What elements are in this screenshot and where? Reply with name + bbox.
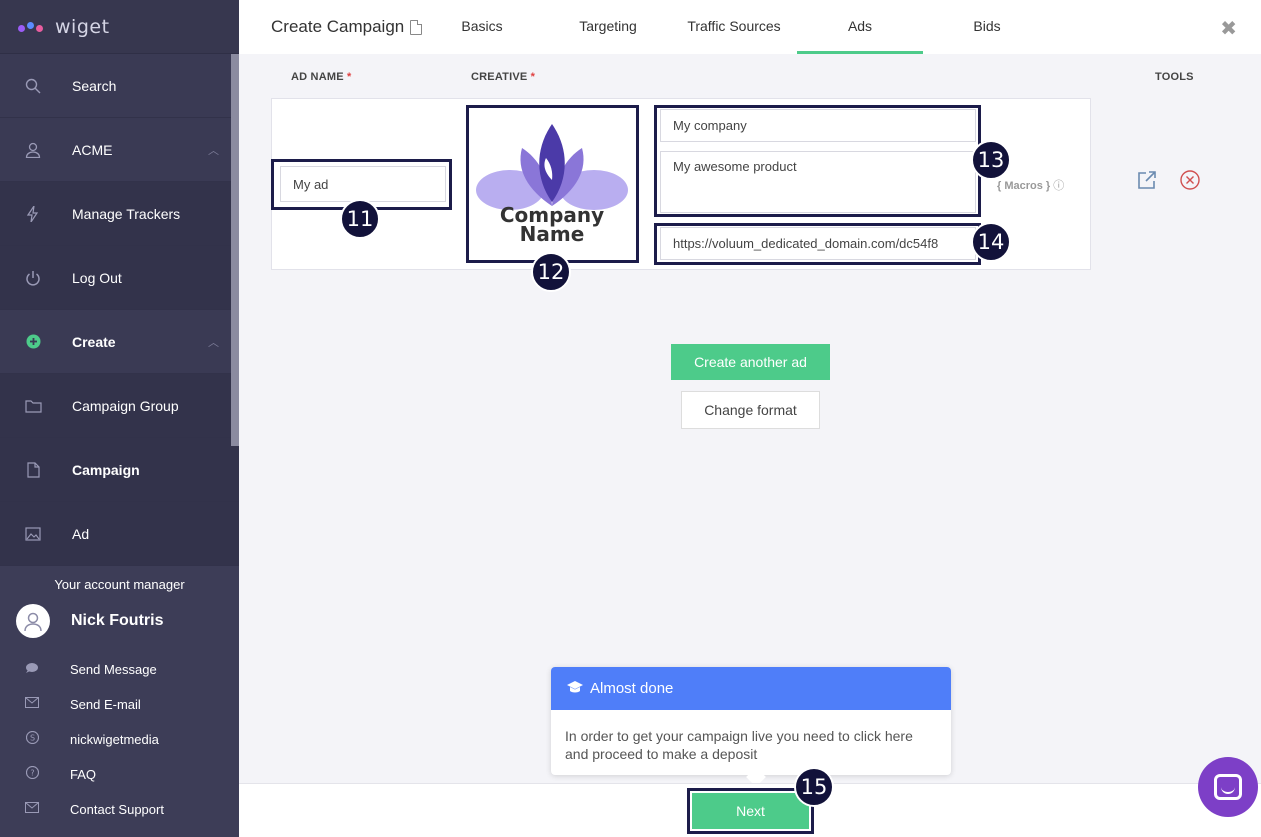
tab-targeting[interactable]: Targeting <box>565 0 651 54</box>
tab-traffic-sources[interactable]: Traffic Sources <box>675 0 793 54</box>
app-logo[interactable]: wiget <box>18 16 110 38</box>
sidebar-scrollbar[interactable] <box>231 54 239 446</box>
skype-link[interactable]: S nickwigetmedia <box>0 729 239 749</box>
avatar <box>16 604 50 638</box>
sidebar-item-search[interactable]: Search <box>0 54 239 118</box>
sidebar-item-label: ACME <box>72 141 113 158</box>
power-icon <box>24 269 42 287</box>
send-email-link[interactable]: Send E-mail <box>0 694 239 714</box>
contact-support-link[interactable]: Contact Support <box>0 799 239 819</box>
sidebar-item-label: Log Out <box>72 269 122 286</box>
sidebar-item-label: Campaign Group <box>72 397 179 414</box>
sidebar-item-acme[interactable]: ACME ︿ <box>0 118 239 182</box>
almost-done-tooltip: Almost done In order to get your campaig… <box>551 667 951 787</box>
faq-link[interactable]: ? FAQ <box>0 764 239 784</box>
account-manager-title: Your account manager <box>54 577 185 592</box>
account-manager-name: Nick Foutris <box>71 612 164 629</box>
chevron-up-icon[interactable]: ︿ <box>208 334 219 350</box>
create-another-ad-button[interactable]: Create another ad <box>671 344 830 380</box>
file-icon <box>24 461 42 479</box>
svg-text:?: ? <box>30 769 34 778</box>
sidebar-item-label: Manage Trackers <box>72 205 181 222</box>
sidebar-item-ad[interactable]: Ad <box>0 502 239 566</box>
file-icon <box>410 19 423 35</box>
logo-icon <box>18 21 43 32</box>
sidebar-item-label: Search <box>72 77 117 94</box>
chevron-up-icon[interactable]: ︿ <box>208 142 219 158</box>
ad-name-input[interactable]: My ad <box>280 166 446 202</box>
top-bar: Create Campaign Basics Targeting Traffic… <box>239 0 1261 54</box>
send-message-link[interactable]: Send Message <box>0 659 239 679</box>
tab-basics[interactable]: Basics <box>439 0 525 54</box>
sidebar-header: wiget <box>0 0 239 54</box>
next-button[interactable]: Next <box>692 793 809 829</box>
graduation-cap-icon <box>566 680 584 698</box>
step-badge-11: 11 <box>340 199 380 239</box>
chat-bubble-icon <box>24 662 40 677</box>
folder-icon <box>24 397 42 415</box>
logo-text: wiget <box>55 15 110 38</box>
sidebar-item-campaign-group[interactable]: Campaign Group <box>0 374 239 438</box>
lotus-logo-icon <box>476 124 628 210</box>
question-icon: ? <box>24 765 40 782</box>
chat-icon <box>1214 774 1242 800</box>
svg-text:S: S <box>29 734 34 743</box>
sidebar-item-manage-trackers[interactable]: Manage Trackers <box>0 182 239 246</box>
external-link-icon[interactable] <box>1137 170 1157 195</box>
sidebar-item-label: Campaign <box>72 461 140 478</box>
close-icon[interactable]: ✖ <box>1220 16 1237 41</box>
ad-description-textarea[interactable]: My awesome product <box>660 151 976 213</box>
step-badge-14: 14 <box>971 222 1011 262</box>
column-header-ad-name: AD NAME * <box>291 71 352 83</box>
skype-icon: S <box>24 730 40 747</box>
envelope-icon <box>24 697 40 711</box>
delete-circle-icon[interactable] <box>1180 170 1200 195</box>
sidebar-item-campaign[interactable]: Campaign <box>0 438 239 502</box>
step-badge-12: 12 <box>531 252 571 292</box>
sidebar-item-label: Ad <box>72 525 90 542</box>
page-title: Create Campaign <box>271 17 423 37</box>
tooltip-header: Almost done <box>551 667 951 710</box>
sidebar-item-label: Create <box>72 333 116 350</box>
step-badge-13: 13 <box>971 140 1011 180</box>
column-header-tools: TOOLS <box>1155 71 1194 83</box>
ad-title-input[interactable]: My company <box>660 109 976 142</box>
macros-link[interactable]: { Macros } ⓘ <box>997 177 1064 193</box>
sidebar: wiget Search ACME ︿ Manage Trackers Log … <box>0 0 239 837</box>
creative-image[interactable]: Company Name <box>470 110 634 258</box>
sidebar-item-log-out[interactable]: Log Out <box>0 246 239 310</box>
tab-ads[interactable]: Ads <box>797 0 923 54</box>
search-icon <box>24 77 42 95</box>
step-badge-15: 15 <box>794 767 834 807</box>
column-header-creative: CREATIVE * <box>471 71 536 83</box>
plus-circle-icon <box>24 333 42 351</box>
creative-company-name: Company Name <box>499 203 605 246</box>
user-icon <box>24 141 42 159</box>
tooltip-body: In order to get your campaign live you n… <box>565 728 913 762</box>
info-icon: ⓘ <box>1053 180 1065 192</box>
change-format-button[interactable]: Change format <box>681 391 820 429</box>
chat-launcher-button[interactable] <box>1198 757 1258 817</box>
account-manager-panel: Your account manager Nick Foutris Send M… <box>0 566 239 837</box>
sidebar-item-create[interactable]: Create ︿ <box>0 310 239 374</box>
bolt-icon <box>24 205 42 223</box>
tab-bids[interactable]: Bids <box>944 0 1030 54</box>
envelope-icon <box>24 802 40 816</box>
image-icon <box>24 525 42 543</box>
ad-url-input[interactable]: https://voluum_dedicated_domain.com/dc54… <box>660 227 976 260</box>
